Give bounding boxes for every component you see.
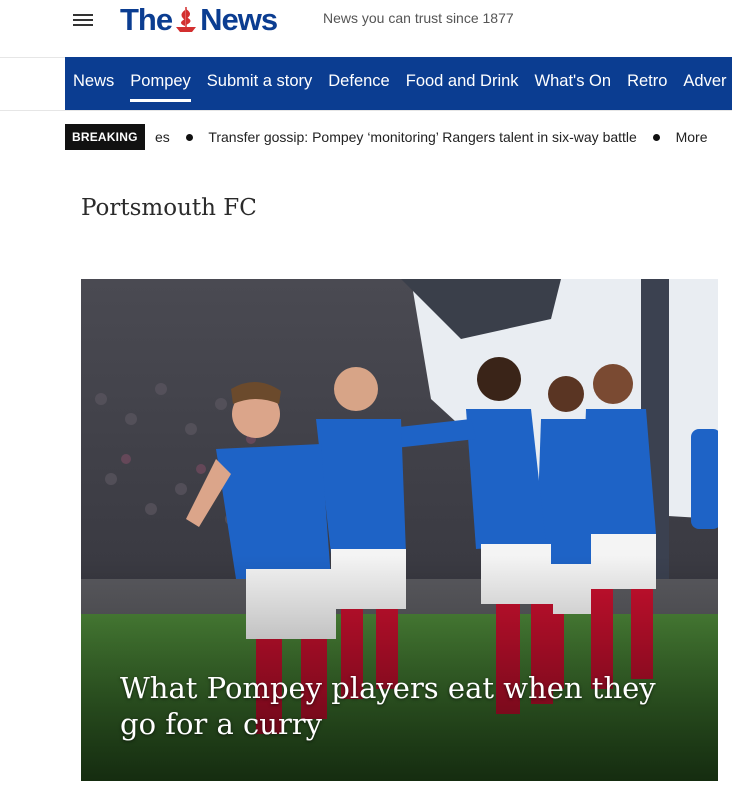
site-tagline: News you can trust since 1877 — [323, 10, 514, 26]
nav-item-advertise[interactable]: Adver — [675, 57, 732, 105]
sailing-ship-icon — [173, 5, 199, 35]
main-nav: News Pompey Submit a story Defence Food … — [65, 57, 732, 111]
bullet-icon — [185, 133, 193, 141]
hero-headline[interactable]: What Pompey players eat when they go for… — [120, 670, 680, 742]
nav-item-food-and-drink[interactable]: Food and Drink — [398, 57, 527, 105]
hamburger-menu-icon[interactable] — [73, 12, 93, 28]
breaking-ticker: es Transfer gossip: Pompey ‘monitoring’ … — [155, 124, 708, 150]
nav-item-whats-on[interactable]: What's On — [527, 57, 620, 105]
site-header: The News News you can trust since 1877 — [0, 0, 732, 58]
logo-text-the: The — [120, 2, 173, 37]
ticker-item[interactable]: More — [676, 129, 708, 145]
page-title: Portsmouth FC — [81, 195, 257, 221]
ticker-item[interactable]: Transfer gossip: Pompey ‘monitoring’ Ran… — [208, 129, 636, 145]
ticker-item[interactable]: es — [155, 129, 170, 145]
bullet-icon — [652, 133, 660, 141]
breaking-news-bar: BREAKING es Transfer gossip: Pompey ‘mon… — [65, 124, 732, 150]
nav-item-retro[interactable]: Retro — [619, 57, 675, 105]
nav-divider — [0, 110, 732, 111]
nav-item-pompey[interactable]: Pompey — [122, 57, 199, 105]
logo-text-news: News — [200, 2, 278, 37]
nav-item-news[interactable]: News — [65, 57, 122, 105]
nav-item-submit-a-story[interactable]: Submit a story — [199, 57, 320, 105]
nav-item-defence[interactable]: Defence — [320, 57, 397, 105]
breaking-badge: BREAKING — [65, 124, 145, 150]
hero-article-card[interactable]: What Pompey players eat when they go for… — [81, 279, 718, 781]
site-logo[interactable]: The News — [120, 2, 278, 38]
